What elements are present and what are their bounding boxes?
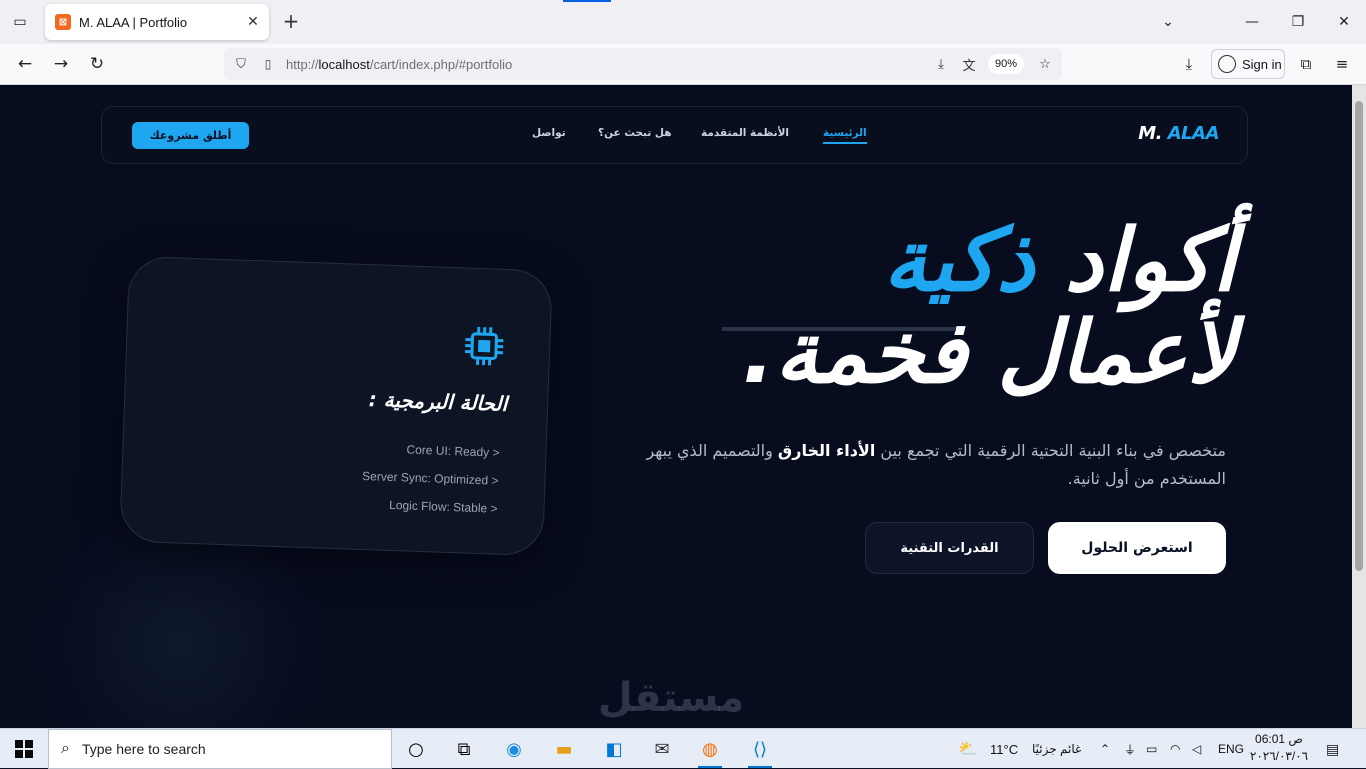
save-page-icon[interactable]: ⤓ — [930, 53, 952, 75]
start-button[interactable] — [0, 729, 48, 769]
language-indicator[interactable]: ENG — [1218, 729, 1244, 769]
volume-icon[interactable]: ◁ — [1192, 729, 1201, 769]
task-view-icon[interactable]: ⧉ — [444, 733, 484, 765]
forward-icon[interactable]: → — [46, 50, 76, 78]
logo-main: M. — [1138, 123, 1162, 144]
mail-icon[interactable]: ✉ — [642, 733, 682, 765]
web-page: أطلق مشروعك تواصل هل تبحث عن؟ الأنظمة ال… — [0, 85, 1366, 728]
browser-nav-bar: ← → ↻ ⛉ ▯ http://localhost/cart/index.ph… — [0, 44, 1366, 85]
file-explorer-icon[interactable]: ▬ — [544, 733, 584, 765]
url-bar[interactable]: ⛉ ▯ http://localhost/cart/index.php/#por… — [224, 48, 1062, 80]
status-line-core-ui: Core UI: Ready > — [406, 442, 499, 459]
cortana-icon[interactable]: ○ — [396, 733, 436, 765]
page-info-icon[interactable]: ▯ — [260, 56, 276, 72]
status-line-logic-flow: Logic Flow: Stable > — [389, 498, 498, 516]
hero-underline-bar — [722, 327, 956, 331]
tab-overflow-chevron-icon[interactable]: ⌄ — [1148, 8, 1188, 36]
tab-accent-line — [563, 0, 611, 2]
weather-text[interactable]: غائم جزئيًا — [1032, 729, 1081, 769]
clock-date: ٢٠٢٦/٠٣/٠٦ — [1248, 748, 1310, 765]
nav-link-home[interactable]: الرئيسية — [823, 127, 867, 144]
nav-link-looking-for[interactable]: هل تبحث عن؟ — [598, 127, 672, 139]
weather-icon[interactable]: ⛅ — [958, 729, 978, 769]
shield-icon[interactable]: ⛉ — [232, 55, 250, 73]
clock-time: 06:01 ص — [1248, 731, 1310, 748]
minimize-icon[interactable]: — — [1232, 8, 1272, 36]
taskbar-clock[interactable]: 06:01 ص ٢٠٢٦/٠٣/٠٦ — [1248, 731, 1310, 765]
site-header: أطلق مشروعك تواصل هل تبحث عن؟ الأنظمة ال… — [101, 106, 1248, 164]
back-icon[interactable]: ← — [10, 50, 40, 78]
taskbar-search-box[interactable]: ⌕ Type here to search — [48, 729, 392, 769]
search-icon: ⌕ — [61, 740, 70, 758]
notifications-icon[interactable]: ▤ — [1326, 729, 1339, 769]
usb-icon[interactable]: ⏚ — [1124, 729, 1136, 769]
weather-temp[interactable]: 11°C — [990, 729, 1018, 769]
hero-line-2: لأعمال فخمة. — [596, 307, 1236, 399]
tray-overflow-chevron-icon[interactable]: ⌃ — [1100, 729, 1110, 769]
bookmark-star-icon[interactable]: ☆ — [1034, 53, 1056, 75]
close-tab-icon[interactable]: ✕ — [243, 12, 263, 32]
close-window-icon[interactable]: ✕ — [1324, 8, 1364, 36]
zoom-level[interactable]: 90% — [988, 54, 1024, 74]
page-scrollbar[interactable] — [1352, 85, 1366, 728]
vscode-icon[interactable]: ⟨⟩ — [740, 733, 780, 765]
search-placeholder: Type here to search — [82, 741, 206, 757]
hero-description: متخصص في بناء البنية التحتية الرقمية الت… — [626, 437, 1226, 493]
menu-icon[interactable]: ≡ — [1328, 50, 1356, 78]
hero-word-codes: أكواد — [1065, 211, 1236, 311]
tech-capabilities-button[interactable]: القدرات التقنية — [865, 522, 1034, 574]
windows-taskbar: ⌕ Type here to search ○ ⧉ ◉ ▬ ◧ ✉ ◍ ⟨⟩ ⛅… — [0, 728, 1366, 768]
xampp-favicon-icon: ⊠ — [55, 14, 71, 30]
hero-line-1: أكواد ذكية — [596, 215, 1236, 307]
store-icon[interactable]: ◧ — [594, 733, 634, 765]
wifi-icon[interactable]: ◠ — [1170, 729, 1180, 769]
reload-icon[interactable]: ↻ — [82, 50, 112, 78]
tab-list-icon[interactable]: ▭ — [8, 10, 32, 34]
status-line-server-sync: Server Sync: Optimized > — [362, 469, 499, 488]
status-card: الحالة البرمجية : Core UI: Ready > Serve… — [119, 256, 553, 557]
account-icon — [1218, 55, 1236, 73]
site-logo[interactable]: M. ALAA — [1138, 123, 1219, 144]
battery-icon[interactable]: ▭ — [1146, 729, 1157, 769]
card-title: الحالة البرمجية : — [368, 387, 507, 416]
hero-title: أكواد ذكية لأعمال فخمة. — [596, 215, 1236, 399]
nav-link-advanced-systems[interactable]: الأنظمة المتقدمة — [701, 127, 789, 139]
tab-title: M. ALAA | Portfolio — [79, 15, 243, 30]
downloads-icon[interactable]: ⤓ — [1175, 50, 1203, 78]
url-text[interactable]: http://localhost/cart/index.php/#portfol… — [286, 57, 512, 72]
browse-solutions-button[interactable]: استعرض الحلول — [1048, 522, 1226, 574]
logo-accent: ALAA — [1168, 123, 1219, 144]
sign-in-label: Sign in — [1242, 57, 1282, 72]
launch-project-button[interactable]: أطلق مشروعك — [132, 122, 249, 149]
cpu-chip-icon — [462, 324, 505, 367]
hero-word-smart: ذكية — [883, 211, 1034, 311]
edge-icon[interactable]: ◉ — [494, 733, 534, 765]
sign-in-button[interactable]: Sign in — [1211, 49, 1285, 79]
scrollbar-thumb[interactable] — [1355, 101, 1363, 571]
extensions-icon[interactable]: ⧉ — [1292, 50, 1320, 78]
restore-icon[interactable]: ❐ — [1278, 8, 1318, 36]
firefox-icon[interactable]: ◍ — [690, 733, 730, 765]
browser-tab[interactable]: ⊠ M. ALAA | Portfolio ✕ — [45, 4, 269, 40]
nav-link-contact[interactable]: تواصل — [532, 127, 566, 139]
windows-logo-icon — [15, 740, 33, 758]
mostaql-watermark: مستقل — [598, 675, 744, 721]
translate-icon[interactable]: 文 — [958, 53, 980, 75]
browser-tab-bar: ▭ ⊠ M. ALAA | Portfolio ✕ + ⌄ — ❐ ✕ — [0, 0, 1366, 44]
new-tab-icon[interactable]: + — [280, 10, 302, 32]
